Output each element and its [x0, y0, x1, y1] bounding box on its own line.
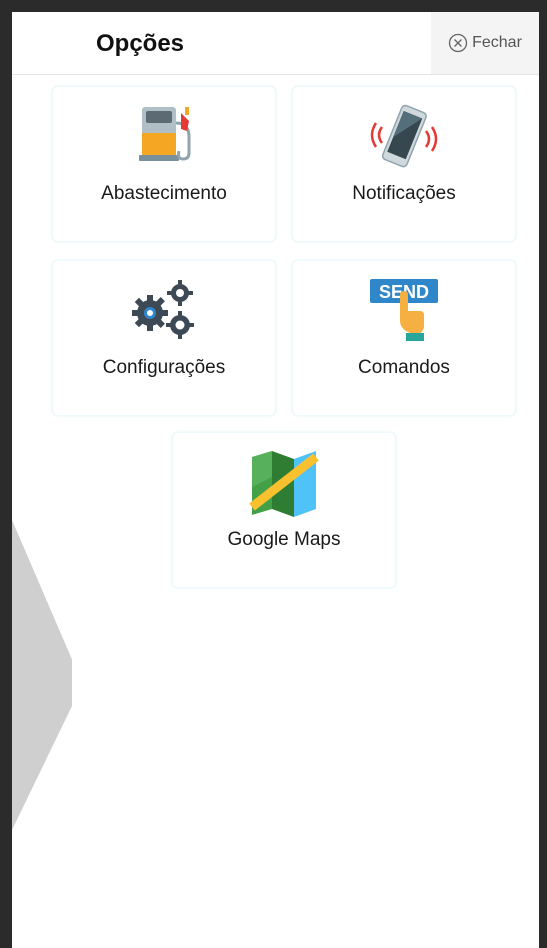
vibrating-phone-icon	[293, 101, 515, 171]
close-button[interactable]: Fechar	[431, 12, 539, 74]
frame-top	[0, 0, 547, 12]
option-comandos[interactable]: SEND Comandos	[292, 260, 516, 416]
send-command-icon: SEND	[293, 275, 515, 345]
option-label: Configurações	[102, 357, 226, 378]
options-sheet: Opções Fechar Abastecimento Notificações…	[12, 12, 539, 948]
option-label: Google Maps	[227, 529, 341, 550]
close-icon	[448, 33, 468, 53]
option-label: Comandos	[358, 357, 450, 378]
option-label: Notificações	[352, 183, 456, 204]
option-google-maps[interactable]: Google Maps	[172, 432, 396, 588]
option-abastecimento[interactable]: Abastecimento	[52, 86, 276, 242]
frame-left	[0, 0, 12, 948]
frame-right	[539, 0, 547, 948]
option-configuracoes[interactable]: Configurações	[52, 260, 276, 416]
page-title: Opções	[96, 30, 185, 57]
gears-icon	[53, 275, 275, 345]
map-icon	[173, 447, 395, 517]
option-label: Abastecimento	[101, 183, 227, 204]
close-label: Fechar	[472, 34, 522, 51]
option-notificacoes[interactable]: Notificações	[292, 86, 516, 242]
fuel-pump-icon	[53, 101, 275, 171]
sheet-header: Opções Fechar	[12, 12, 539, 75]
